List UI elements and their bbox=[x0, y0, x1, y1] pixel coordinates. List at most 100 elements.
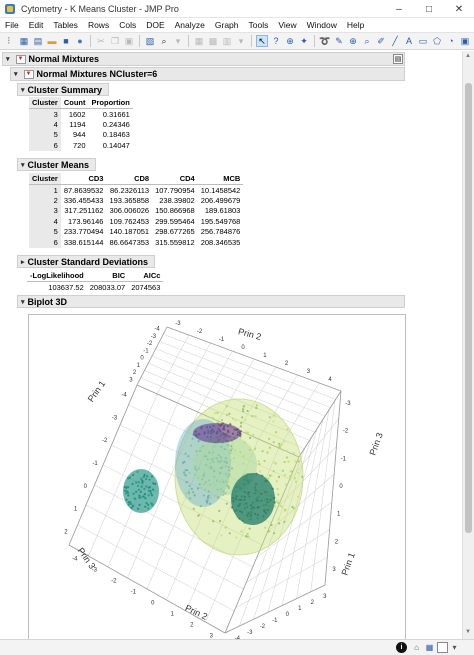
column-header: Proportion bbox=[88, 97, 133, 109]
table-header-row: Cluster Count Proportion bbox=[29, 97, 133, 109]
disclosure-icon[interactable]: ▾ bbox=[21, 298, 25, 306]
arrow-tool-icon[interactable]: ↖ bbox=[256, 35, 268, 47]
cluster-summary-header[interactable]: ▾ Cluster Summary bbox=[17, 83, 110, 96]
table-cell: 193.365858 bbox=[109, 195, 150, 205]
column-header: CD4 bbox=[152, 173, 198, 185]
disclosure-icon[interactable]: ▾ bbox=[21, 161, 25, 169]
pen-icon[interactable]: ✐ bbox=[375, 35, 387, 47]
scrollbar-thumb[interactable] bbox=[465, 83, 472, 533]
scroll-up-icon[interactable]: ▲ bbox=[465, 53, 471, 59]
menu-tables[interactable]: Tables bbox=[48, 20, 83, 30]
menu-doe[interactable]: DOE bbox=[141, 20, 169, 30]
grid-icon[interactable]: ▩ bbox=[207, 35, 219, 47]
polygon-icon[interactable]: ⬠ bbox=[431, 35, 443, 47]
table-cell: 1602 bbox=[68, 109, 86, 119]
table-header-row: -LogLikelihood BIC AICc bbox=[27, 270, 164, 282]
disclosure-icon[interactable]: ▾ bbox=[21, 86, 25, 94]
crosshair-icon[interactable]: ⊕ bbox=[284, 35, 296, 47]
cut-icon[interactable]: ✂ bbox=[95, 35, 107, 47]
table-cell: 109.762453 bbox=[109, 216, 150, 226]
axis-tick-label: 2 bbox=[190, 623, 194, 629]
axis-tick-label: -3 bbox=[175, 321, 181, 327]
table-view-icon[interactable]: ▦ bbox=[193, 35, 205, 47]
cluster-sd-header[interactable]: ▸ Cluster Standard Deviations bbox=[17, 255, 156, 268]
table-cell: 0.31661 bbox=[102, 109, 130, 119]
new-script-icon[interactable]: ▤ bbox=[32, 35, 44, 47]
report-content: ▾ ▼ Normal Mixtures ▤ ▾ ▼ Normal Mixture… bbox=[0, 51, 462, 639]
axis-tick-label: -3 bbox=[151, 334, 157, 340]
close-icon[interactable]: ✕ bbox=[444, 0, 474, 18]
biplot-3d-plot[interactable]: -3-2-101234-4-3-2-10123-3-2-10123-4-3-2-… bbox=[29, 315, 405, 639]
table-cell: 1 bbox=[29, 184, 61, 195]
minimize-icon[interactable]: – bbox=[384, 0, 414, 18]
maximize-icon[interactable]: □ bbox=[414, 0, 444, 18]
menu-file[interactable]: File bbox=[0, 20, 24, 30]
open-icon[interactable]: ▬ bbox=[46, 35, 58, 47]
menu-window[interactable]: Window bbox=[302, 20, 342, 30]
lasso-icon[interactable]: ➰ bbox=[319, 35, 331, 47]
axis-tick-label: 2 bbox=[285, 361, 289, 367]
menu-tools[interactable]: Tools bbox=[244, 20, 274, 30]
info-icon[interactable]: i bbox=[396, 642, 407, 653]
axis-tick-label: 0 bbox=[241, 345, 245, 351]
column-header: Cluster bbox=[29, 173, 61, 185]
biplot-3d-frame[interactable]: -3 -2 -1 0 1 2 3 4 -4 -3 -2 -1 0 1 2 3 -3 -2 -1 0 1 2 3 -4 -3 -2-… bbox=[28, 314, 406, 639]
menu-graph[interactable]: Graph bbox=[210, 20, 244, 30]
axis-tick-label: -2 bbox=[260, 624, 266, 630]
biplot-3d-header[interactable]: ▾ Biplot 3D bbox=[17, 295, 405, 308]
axis-tick-label: 0 bbox=[140, 356, 144, 362]
disclosure-icon[interactable]: ▾ bbox=[6, 55, 10, 63]
new-table-icon[interactable]: ▦ bbox=[18, 35, 30, 47]
cluster-means-header[interactable]: ▾ Cluster Means bbox=[17, 158, 97, 171]
copy-icon[interactable]: ❐ bbox=[109, 35, 121, 47]
grabber-icon[interactable]: ✦ bbox=[298, 35, 310, 47]
annotate-icon[interactable]: A bbox=[403, 35, 415, 47]
dropdown-icon[interactable]: ▾ bbox=[235, 35, 247, 47]
menu-analyze[interactable]: Analyze bbox=[170, 20, 210, 30]
disclosure-collapsed-icon[interactable]: ▸ bbox=[21, 258, 25, 266]
layout-icon[interactable]: ▥ bbox=[221, 35, 233, 47]
table-cell: 208033.07 bbox=[89, 282, 126, 292]
layout-icon[interactable]: ▦ bbox=[424, 642, 435, 653]
axis-tick-label: 1 bbox=[337, 512, 341, 518]
scroll-down-icon[interactable]: ▼ bbox=[465, 629, 471, 635]
column-header: MCB bbox=[197, 173, 244, 185]
zoom-icon[interactable]: ⌕ bbox=[361, 35, 373, 47]
save-icon[interactable]: ■ bbox=[60, 35, 72, 47]
ellipsoid-small-teal bbox=[123, 469, 159, 513]
window-icon[interactable] bbox=[437, 642, 448, 653]
more-icon[interactable]: ▣ bbox=[459, 35, 471, 47]
red-triangle-icon[interactable]: ▼ bbox=[15, 54, 26, 64]
simulator-icon[interactable]: ◔ bbox=[445, 35, 457, 47]
search-icon[interactable]: ⌕ bbox=[158, 35, 170, 47]
table-cell: 2 bbox=[29, 195, 61, 206]
axis-tick-label: -2 bbox=[343, 429, 349, 435]
disclosure-icon[interactable]: ▾ bbox=[14, 70, 18, 78]
python-icon[interactable]: ● bbox=[74, 35, 86, 47]
rectangle-icon[interactable]: ▭ bbox=[417, 35, 429, 47]
magnifier-icon[interactable]: ⊕ bbox=[347, 35, 359, 47]
axis-tick-label: -3 bbox=[92, 568, 98, 574]
paste-icon[interactable]: ▣ bbox=[123, 35, 135, 47]
home-icon[interactable]: ⌂ bbox=[411, 642, 422, 653]
chevron-down-icon[interactable]: ▾ bbox=[449, 642, 460, 653]
axis-tick-label: -4 bbox=[154, 327, 160, 333]
axis-tick-label: 3 bbox=[332, 567, 336, 573]
vertical-scrollbar[interactable]: ▲ ▼ bbox=[462, 51, 474, 639]
ncluster-outline[interactable]: ▾ ▼ Normal Mixtures NCluster=6 bbox=[10, 67, 405, 81]
menu-help[interactable]: Help bbox=[342, 20, 369, 30]
line-icon[interactable]: ╱ bbox=[389, 35, 401, 47]
normal-mixtures-outline[interactable]: ▾ ▼ Normal Mixtures bbox=[2, 52, 405, 66]
menu-view[interactable]: View bbox=[273, 20, 301, 30]
menu-edit[interactable]: Edit bbox=[24, 20, 49, 30]
journal-icon[interactable]: ▤ bbox=[393, 54, 403, 64]
menu-rows[interactable]: Rows bbox=[83, 20, 114, 30]
brush-icon[interactable]: ✎ bbox=[333, 35, 345, 47]
column-header: Cluster bbox=[29, 97, 61, 109]
red-triangle-icon[interactable]: ▼ bbox=[23, 69, 34, 79]
menu-cols[interactable]: Cols bbox=[114, 20, 141, 30]
chevron-down-icon[interactable]: ▾ bbox=[172, 35, 184, 47]
table-row: 5 944 0.18463 bbox=[29, 129, 133, 140]
script-icon[interactable]: ▧ bbox=[144, 35, 156, 47]
help-tool-icon[interactable]: ? bbox=[270, 35, 282, 47]
